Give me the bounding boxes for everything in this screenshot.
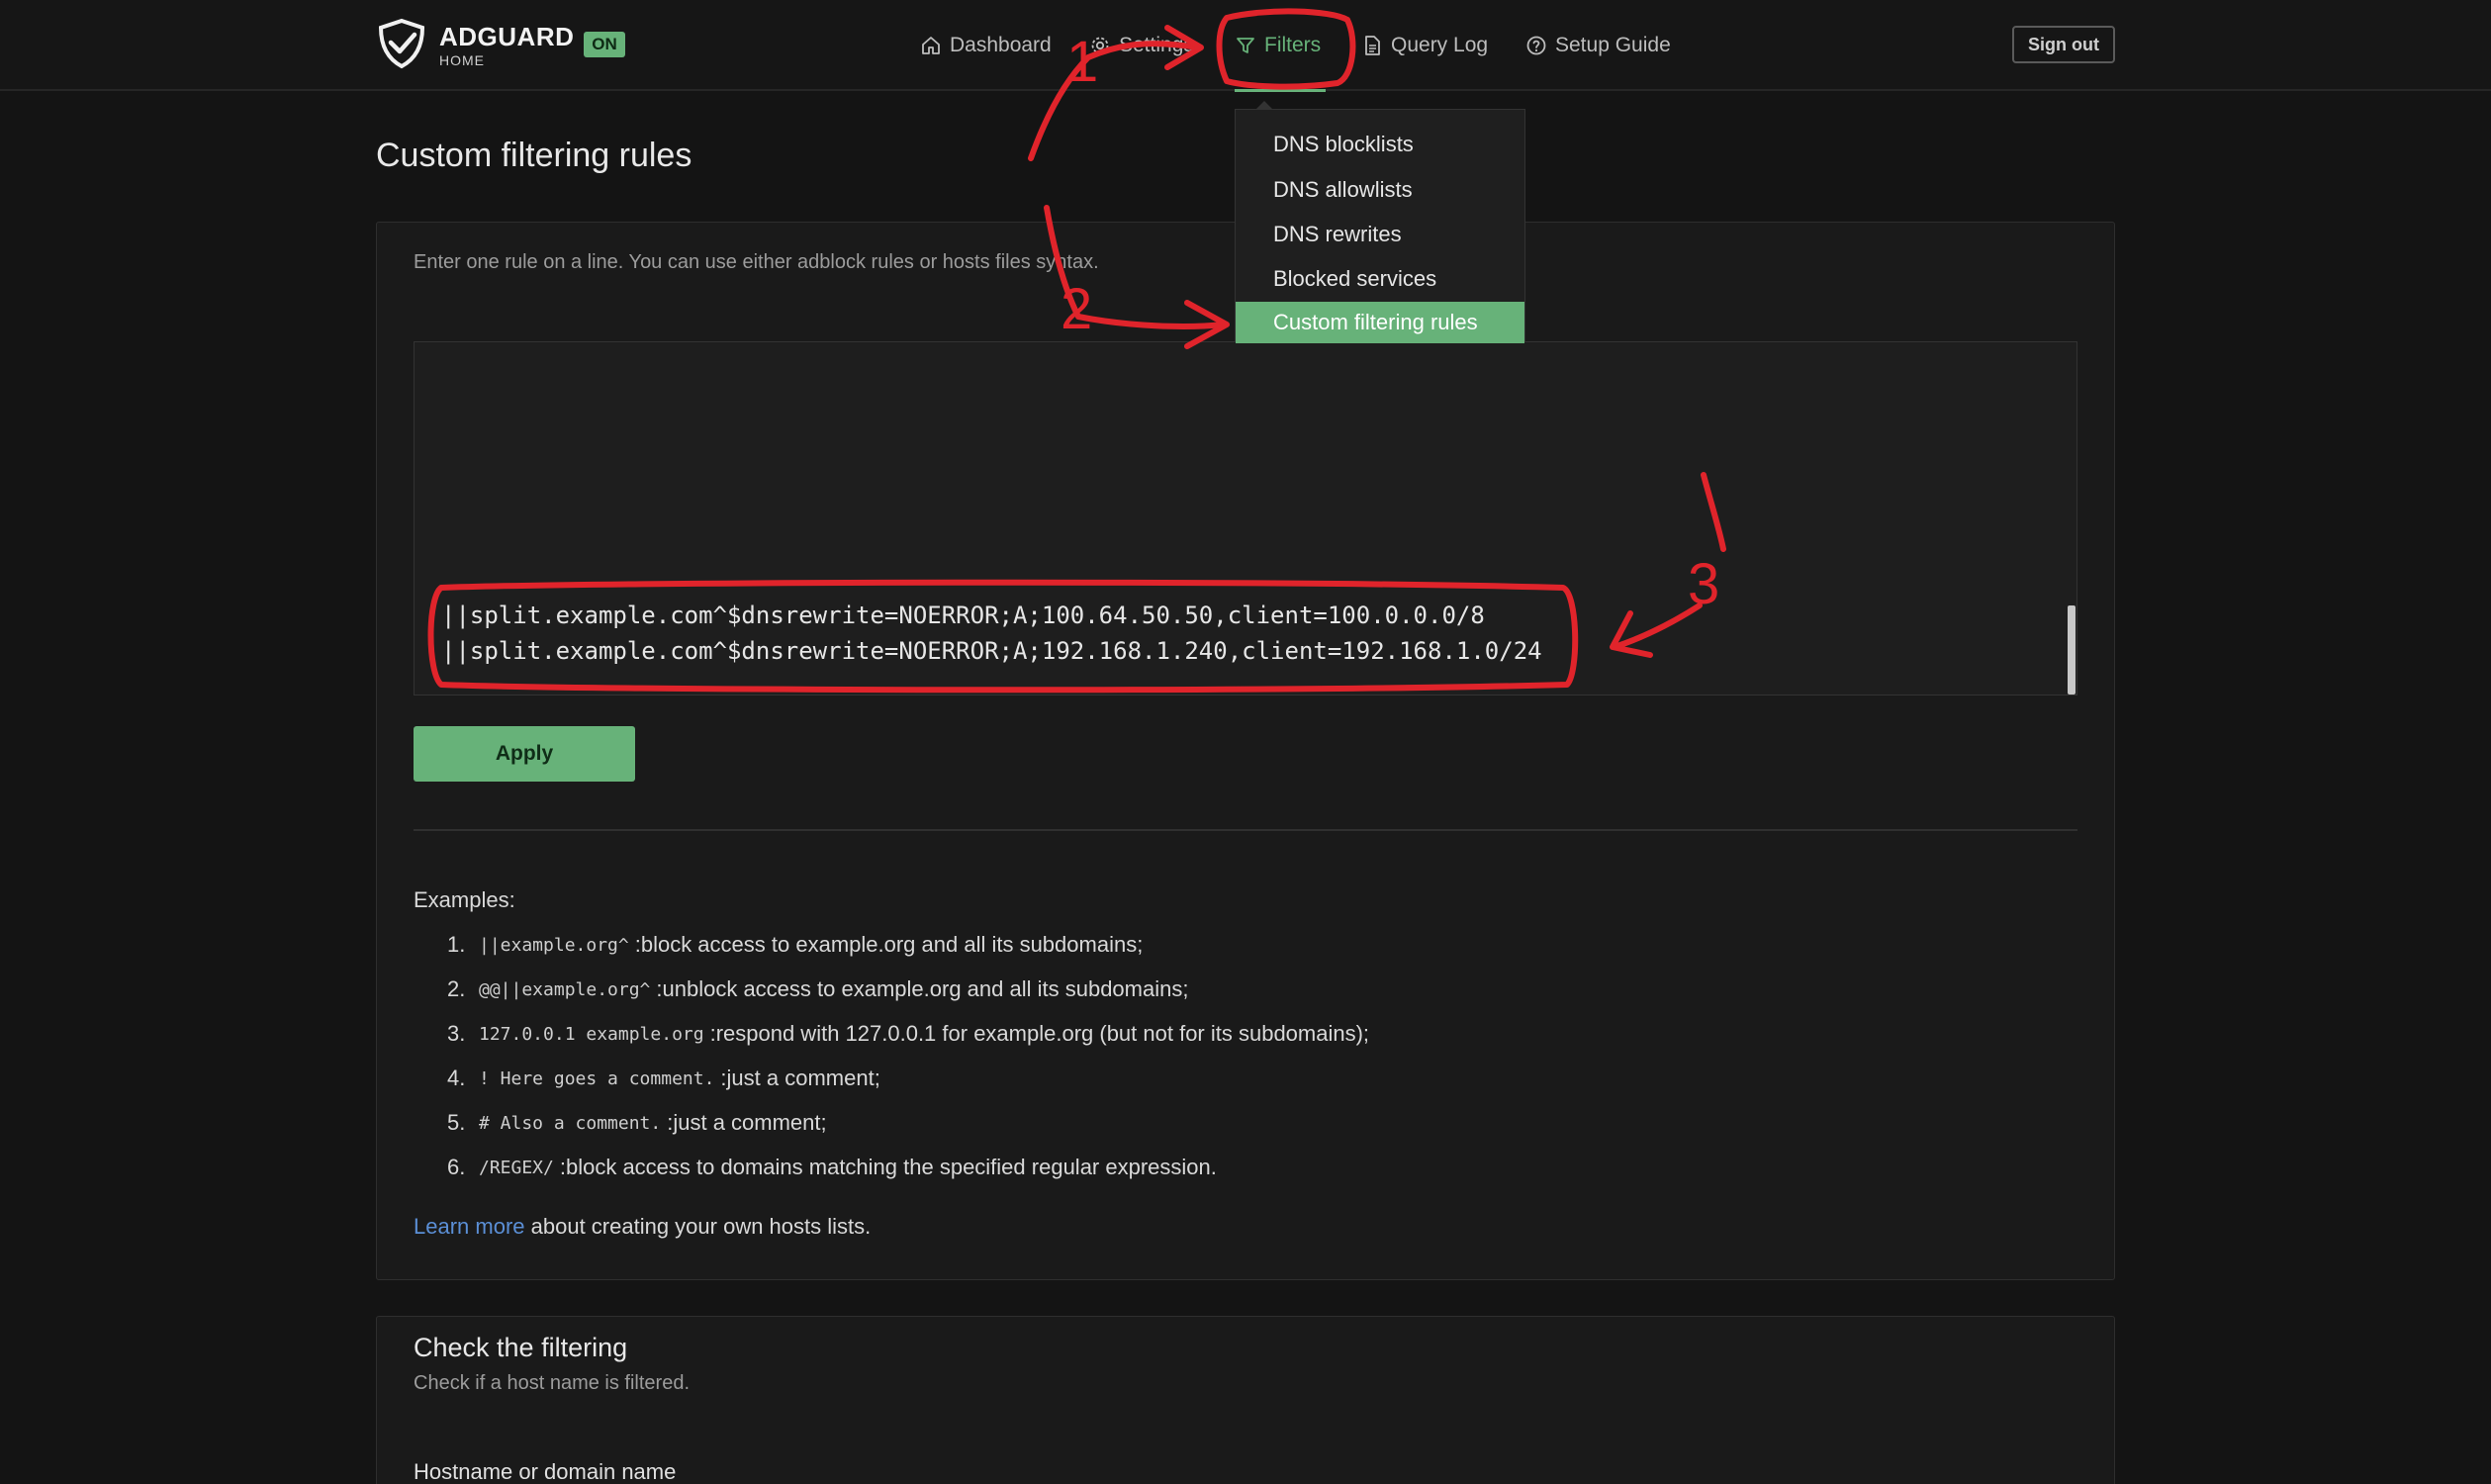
example-code: ||example.org^ [479,934,629,956]
learn-more-paragraph: Learn more about creating your own hosts… [414,1214,871,1240]
nav-setup-guide[interactable]: Setup Guide [1525,26,1671,65]
example-item: 2. @@||example.org^ :unblock access to e… [447,974,1188,1004]
example-text: :block access to example.org and all its… [634,932,1144,957]
menu-item-dns-blocklists[interactable]: DNS blocklists [1236,124,1524,165]
example-item: 1. ||example.org^ :block access to examp… [447,930,1143,960]
brand-title: ADGUARD [439,22,575,51]
nav-settings-label: Settings [1119,34,1194,56]
menu-item-dns-allowlists[interactable]: DNS allowlists [1236,169,1524,211]
protection-status-badge: ON [584,32,625,57]
example-item: 6. /REGEX/ :block access to domains matc… [447,1153,1217,1182]
brand-logo[interactable]: ADGUARD HOME [376,18,574,73]
rule-line-2[interactable]: ||split.example.com^$dnsrewrite=NOERROR;… [441,637,1542,665]
example-code: ! Here goes a comment. [479,1067,715,1089]
example-code: @@||example.org^ [479,978,651,1000]
rule-line-1[interactable]: ||split.example.com^$dnsrewrite=NOERROR;… [441,602,1485,629]
example-code: # Also a comment. [479,1112,662,1134]
example-number: 1. [447,932,466,957]
learn-more-text: about creating your own hosts lists. [524,1214,872,1239]
example-number: 4. [447,1066,466,1090]
top-header: ADGUARD HOME ON Dashboard Settings Filte… [0,0,2491,92]
example-item: 4. ! Here goes a comment. :just a commen… [447,1064,880,1093]
example-number: 2. [447,976,466,1001]
example-text: :just a comment; [667,1110,827,1135]
examples-title: Examples: [414,887,515,912]
example-text: :unblock access to example.org and all i… [656,976,1189,1001]
help-circle-icon [1525,35,1547,56]
nav-filters[interactable]: Filters [1235,26,1321,65]
filter-icon [1235,35,1256,56]
filters-dropdown-menu: DNS blocklists DNS allowlists DNS rewrit… [1235,101,1525,343]
apply-button[interactable]: Apply [414,726,635,782]
menu-item-custom-filtering-rules[interactable]: Custom filtering rules [1236,302,1524,343]
nav-settings[interactable]: Settings [1089,26,1194,65]
nav-query-log-label: Query Log [1391,34,1489,56]
brand-subtitle: HOME [439,52,485,68]
nav-setup-guide-label: Setup Guide [1555,34,1671,56]
menu-item-blocked-services[interactable]: Blocked services [1236,258,1524,300]
example-item: 3. 127.0.0.1 example.org :respond with 1… [447,1019,1369,1049]
example-code: 127.0.0.1 example.org [479,1023,704,1045]
gear-icon [1089,35,1111,56]
hostname-field-label: Hostname or domain name [414,1459,677,1484]
check-filtering-title: Check the filtering [414,1333,628,1362]
nav-dashboard-label: Dashboard [950,34,1052,56]
rules-description: Enter one rule on a line. You can use ei… [414,251,1099,273]
section-divider [414,829,2077,831]
example-text: :block access to domains matching the sp… [559,1155,1217,1179]
example-text: :just a comment; [720,1066,880,1090]
learn-more-link[interactable]: Learn more [414,1214,525,1239]
example-text: :respond with 127.0.0.1 for example.org … [709,1021,1370,1046]
example-item: 5. # Also a comment. :just a comment; [447,1108,827,1138]
nav-filters-label: Filters [1264,34,1322,56]
nav-query-log[interactable]: Query Log [1361,26,1488,65]
example-number: 5. [447,1110,466,1135]
active-nav-underline [1235,89,1326,92]
check-filtering-description: Check if a host name is filtered. [414,1372,691,1394]
sign-out-button[interactable]: Sign out [2012,26,2115,63]
example-code: /REGEX/ [479,1157,554,1178]
menu-item-dns-rewrites[interactable]: DNS rewrites [1236,214,1524,255]
example-number: 6. [447,1155,466,1179]
example-number: 3. [447,1021,466,1046]
editor-scrollbar[interactable] [2068,605,2076,695]
nav-dashboard[interactable]: Dashboard [920,26,1052,65]
home-icon [920,35,942,56]
document-icon [1361,35,1383,56]
page-title: Custom filtering rules [376,137,692,174]
shield-check-icon [376,18,427,74]
